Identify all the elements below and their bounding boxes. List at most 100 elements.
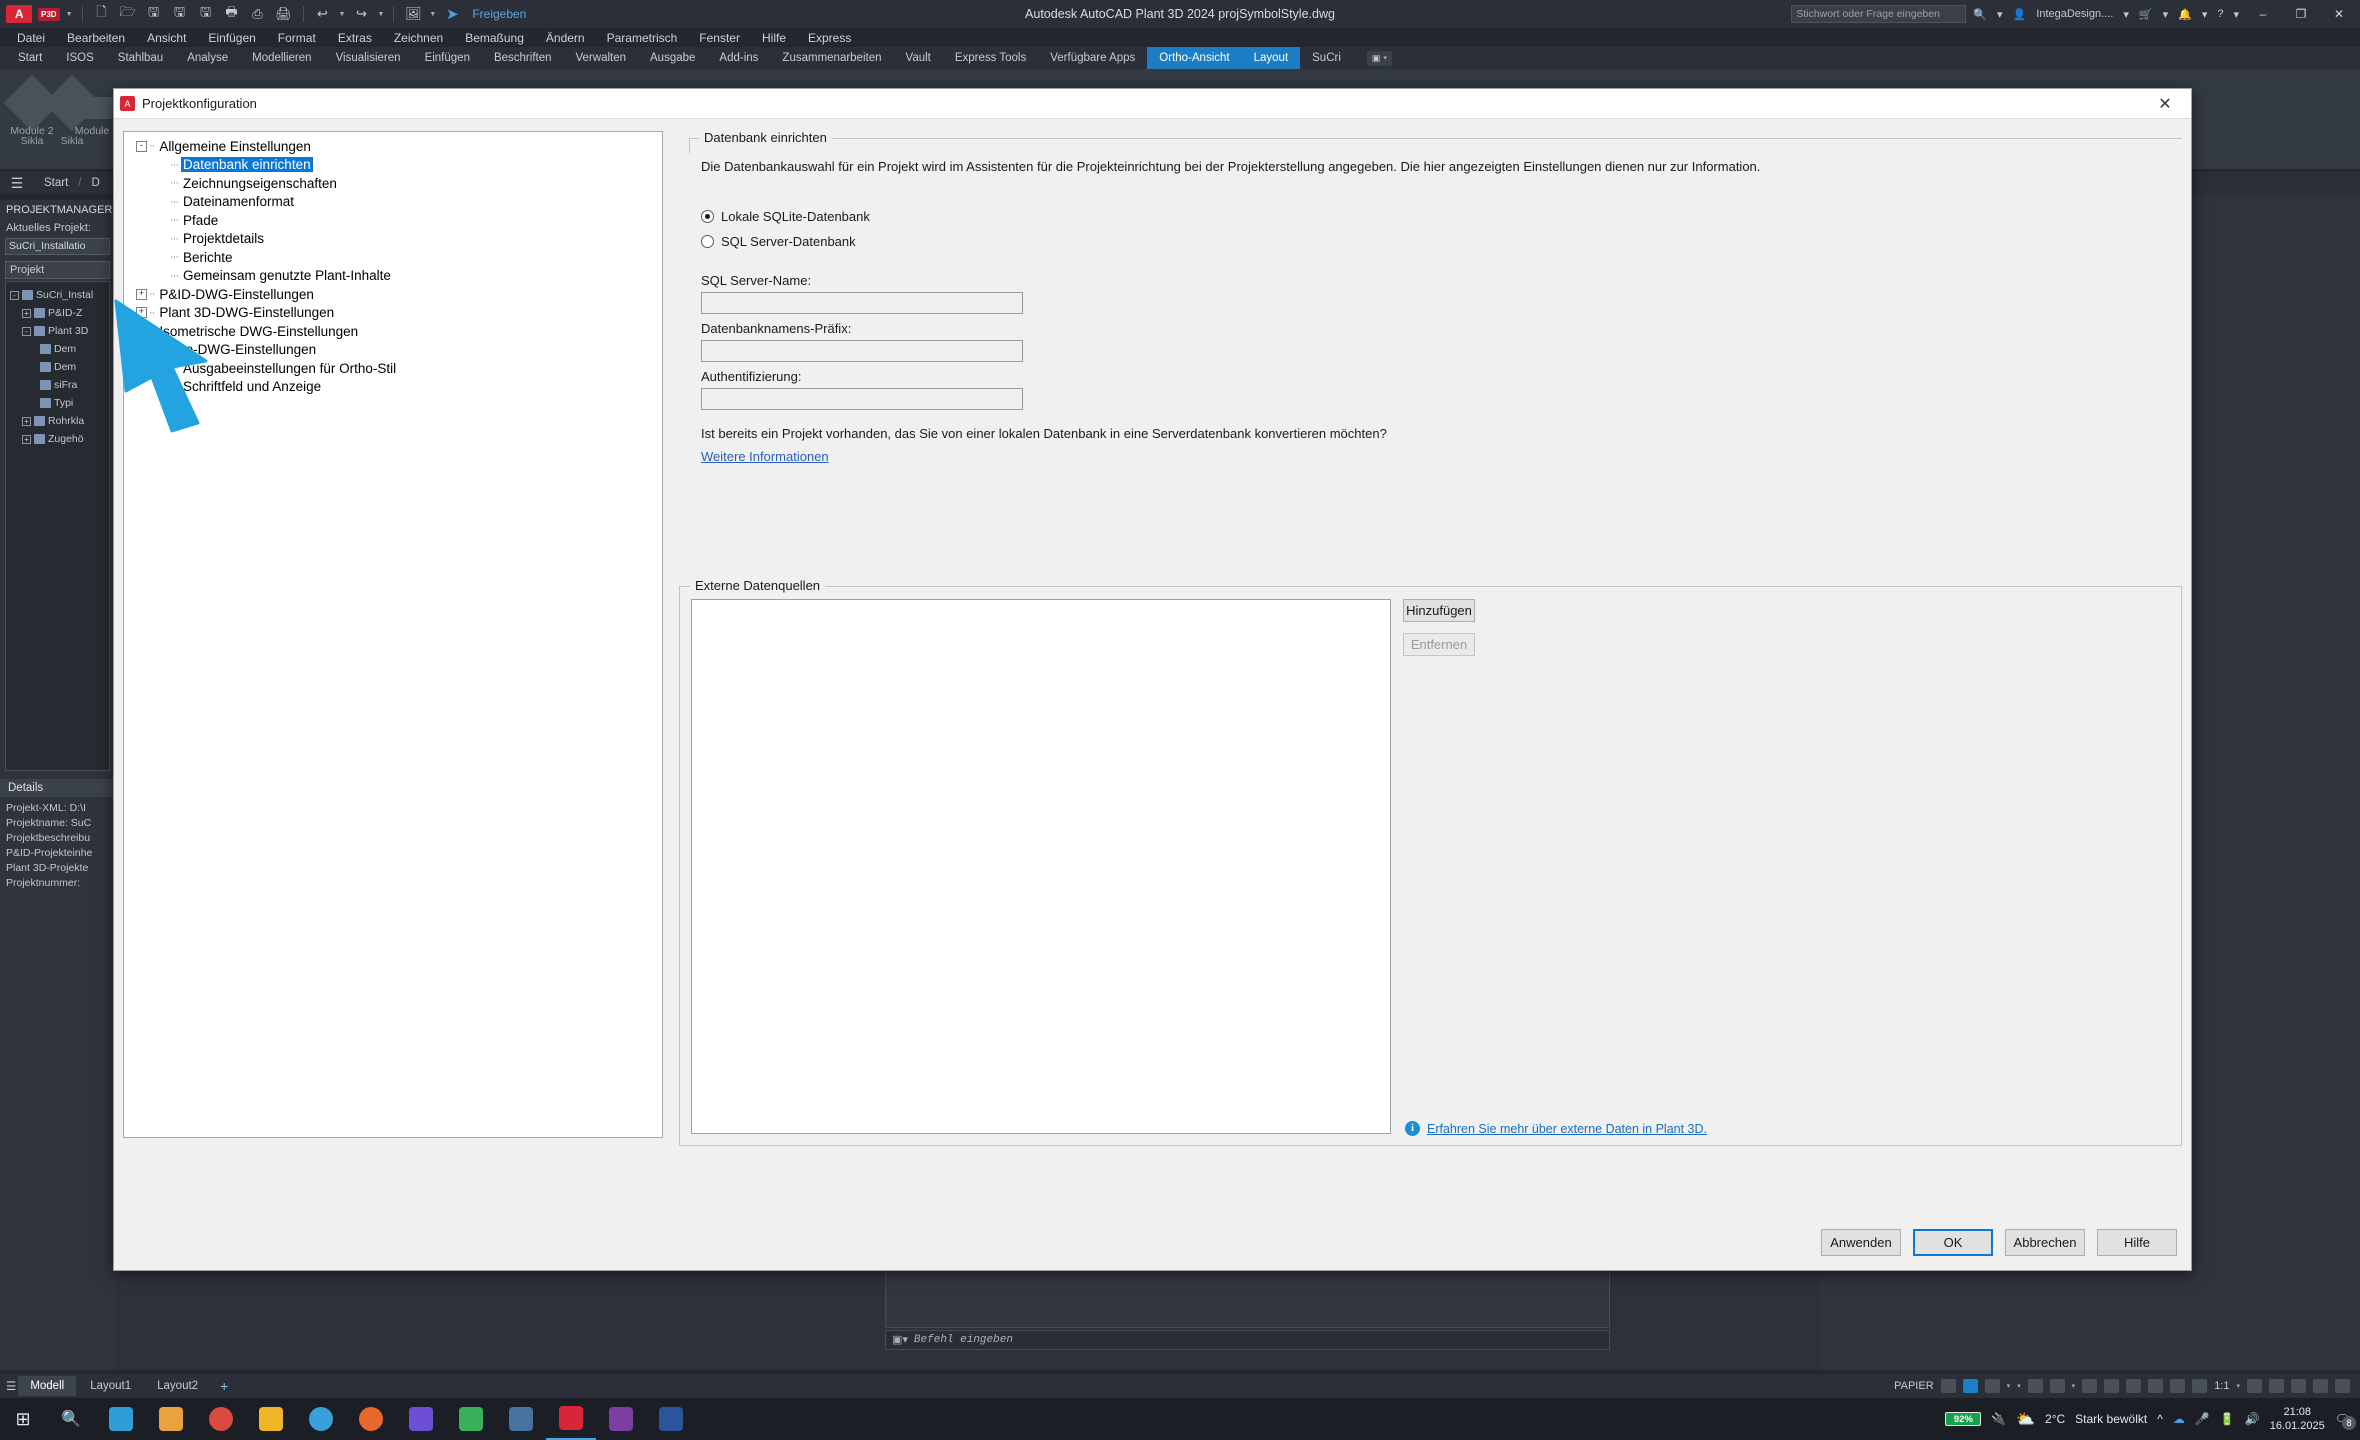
project-tree-node-6[interactable]: Typi <box>8 394 107 412</box>
undo-dropdown-icon[interactable]: ▼ <box>339 11 346 18</box>
selection-cycling-icon[interactable] <box>2148 1379 2164 1393</box>
ribbon-overflow-icon[interactable]: ▣ ▾ <box>1366 50 1392 66</box>
tab-ortho-ansicht[interactable]: Ortho-Ansicht <box>1147 47 1242 69</box>
taskbar-app-3-icon[interactable] <box>396 1398 446 1440</box>
project-tree-node-7[interactable]: + Rohrkla <box>8 412 107 430</box>
project-tree-node-4[interactable]: Dem <box>8 358 107 376</box>
expander-icon[interactable]: - <box>10 290 19 300</box>
radio-sql-server-row[interactable]: SQL Server-Datenbank <box>701 234 856 249</box>
expander-icon[interactable]: + <box>136 288 147 300</box>
cloud-save-icon[interactable]: ⎙ <box>248 4 268 24</box>
project-tree-node-8[interactable]: + Zugehö <box>8 430 107 448</box>
menu-item-ansicht[interactable]: Ansicht <box>136 31 197 45</box>
annotation-visibility-icon[interactable] <box>2170 1379 2186 1393</box>
polar-toggle-icon[interactable] <box>2027 1379 2043 1393</box>
settings-tree-row[interactable]: ··· Pfade <box>128 211 658 230</box>
menu-item-bearbeiten[interactable]: Bearbeiten <box>56 31 136 45</box>
tab-sucri[interactable]: SuCri <box>1300 47 1353 69</box>
notification-center-icon[interactable]: 🗨 8 <box>2335 1412 2356 1430</box>
workspace-icon[interactable] <box>2247 1379 2262 1393</box>
taskbar-app-2-icon[interactable] <box>146 1398 196 1440</box>
external-data-sources-list[interactable] <box>691 599 1391 1134</box>
share-label[interactable]: Freigeben <box>472 7 526 21</box>
qat-more-icon[interactable]: ▼ <box>429 11 436 18</box>
project-tree-node-0[interactable]: - SuCri_Instal <box>8 286 107 304</box>
cart-caret-icon[interactable]: ▾ <box>2160 8 2172 21</box>
taskbar-autocad-icon[interactable] <box>546 1398 596 1440</box>
fullscreen-icon[interactable] <box>2335 1379 2350 1393</box>
tab-stahlbau[interactable]: Stahlbau <box>106 47 175 69</box>
account-label[interactable]: IntegaDesign.... <box>2033 8 2116 20</box>
tab-verfuegbare-apps[interactable]: Verfügbare Apps <box>1038 47 1147 69</box>
taskbar-chrome-icon[interactable] <box>196 1398 246 1440</box>
settings-tree-row[interactable]: ··· Zeichnungseigenschaften <box>128 174 658 193</box>
taskbar-word-icon[interactable] <box>646 1398 696 1440</box>
expander-icon[interactable]: + <box>136 325 147 337</box>
project-tree[interactable]: - SuCri_Instal + P&ID-Z - Plant 3D Dem D… <box>5 281 110 771</box>
radio-local-sqlite-icon[interactable] <box>701 210 714 223</box>
help-icon[interactable]: ? <box>2214 8 2226 20</box>
menu-item-fenster[interactable]: Fenster <box>688 31 751 45</box>
print-icon[interactable]: 🖨 <box>274 4 294 24</box>
settings-tree-row[interactable]: ··· Schriftfeld und Anzeige <box>128 378 658 397</box>
lineweight-icon[interactable] <box>2104 1379 2120 1393</box>
expander-icon[interactable]: + <box>22 308 31 318</box>
status-caret-3-icon[interactable]: ▾ <box>2072 1382 2076 1390</box>
taskbar-app-5-icon[interactable] <box>496 1398 546 1440</box>
undo-icon[interactable]: ↩ <box>313 4 333 24</box>
input-sql-server-name[interactable] <box>701 292 1023 314</box>
tab-ausgabe[interactable]: Ausgabe <box>638 47 707 69</box>
menu-item-zeichnen[interactable]: Zeichnen <box>383 31 454 45</box>
settings-tree-row[interactable]: + ·· Plant 3D-DWG-Einstellungen <box>128 304 658 323</box>
tab-verwalten[interactable]: Verwalten <box>564 47 639 69</box>
redo-icon[interactable]: ↪ <box>351 4 371 24</box>
settings-tree-row[interactable]: ··· Projektdetails <box>128 230 658 249</box>
project-tree-node-3[interactable]: Dem <box>8 340 107 358</box>
settings-tree-row[interactable]: + ·· Isometrische DWG-Einstellungen <box>128 322 658 341</box>
radio-local-sqlite-row[interactable]: Lokale SQLite-Datenbank <box>701 209 870 224</box>
new-file-icon[interactable]: 🗋 <box>92 4 112 24</box>
add-data-source-button[interactable]: Hinzufügen <box>1403 599 1475 622</box>
status-caret-1-icon[interactable]: ▾ <box>2007 1382 2011 1390</box>
settings-tree-row[interactable]: + ·· P&ID-DWG-Einstellungen <box>128 285 658 304</box>
menu-item-einfuegen[interactable]: Einfügen <box>197 31 266 45</box>
settings-tree-row[interactable]: ··· Gemeinsam genutzte Plant-Inhalte <box>128 267 658 286</box>
expander-icon[interactable]: + <box>22 416 31 426</box>
settings-tree-label-ortho-dwg-einstellungen[interactable]: Ortho-DWG-Einstellungen <box>157 342 318 357</box>
isodraft-icon[interactable] <box>2082 1379 2098 1393</box>
share-arrow-icon[interactable]: ➤ <box>442 4 462 24</box>
expander-icon[interactable]: + <box>136 307 147 319</box>
tab-addins[interactable]: Add-ins <box>707 47 770 69</box>
taskbar-app-1-icon[interactable] <box>96 1398 146 1440</box>
ortho-toggle-icon[interactable] <box>1984 1379 2000 1393</box>
taskbar-edge-icon[interactable] <box>296 1398 346 1440</box>
osnap-toggle-icon[interactable] <box>2049 1379 2065 1393</box>
search-icon[interactable]: 🔍 <box>1970 8 1990 21</box>
volume-icon[interactable]: 🔊 <box>2245 1412 2260 1426</box>
settings-tree-label-dateinamenformat[interactable]: Dateinamenformat <box>181 194 296 209</box>
more-information-link[interactable]: Weitere Informationen <box>701 449 829 464</box>
input-authentication[interactable] <box>701 388 1023 410</box>
transparency-icon[interactable] <box>2126 1379 2142 1393</box>
minimize-button[interactable]: – <box>2246 0 2280 28</box>
close-window-button[interactable]: ✕ <box>2322 0 2356 28</box>
settings-tree-label-isometrische-dwg-einstellungen[interactable]: Isometrische DWG-Einstellungen <box>157 324 360 339</box>
snap-toggle-icon[interactable] <box>1962 1379 1978 1393</box>
expander-icon[interactable]: - <box>136 140 147 152</box>
help-caret-icon[interactable]: ▾ <box>2230 8 2242 21</box>
settings-tree-label-gemeinsam-genutzte-plant-inhalte[interactable]: Gemeinsam genutzte Plant-Inhalte <box>181 268 393 283</box>
paper-space-label[interactable]: PAPIER <box>1894 1380 1934 1392</box>
isolate-objects-icon[interactable] <box>2291 1379 2306 1393</box>
redo-dropdown-icon[interactable]: ▼ <box>377 11 384 18</box>
start-button-icon[interactable]: ⊞ <box>0 1409 46 1430</box>
project-tree-node-1[interactable]: + P&ID-Z <box>8 304 107 322</box>
tab-einfuegen[interactable]: Einfügen <box>413 47 482 69</box>
layout-menu-icon[interactable]: ☰ <box>6 1379 16 1393</box>
dialog-close-button[interactable]: ✕ <box>2145 90 2185 118</box>
annotation-scale-label[interactable]: 1:1 <box>2214 1380 2229 1392</box>
menu-item-express[interactable]: Express <box>797 31 862 45</box>
file-tab-document[interactable]: D <box>82 177 110 189</box>
user-account-icon[interactable]: 👤 <box>2010 8 2030 21</box>
taskbar-search-icon[interactable]: 🔍 <box>46 1398 96 1440</box>
tab-beschriften[interactable]: Beschriften <box>482 47 564 69</box>
